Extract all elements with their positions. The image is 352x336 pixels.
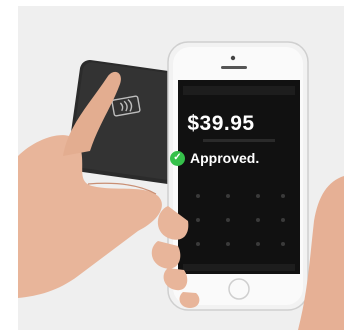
product-photo (18, 6, 344, 330)
smartphone (167, 41, 309, 311)
photo-illustration (18, 41, 344, 330)
